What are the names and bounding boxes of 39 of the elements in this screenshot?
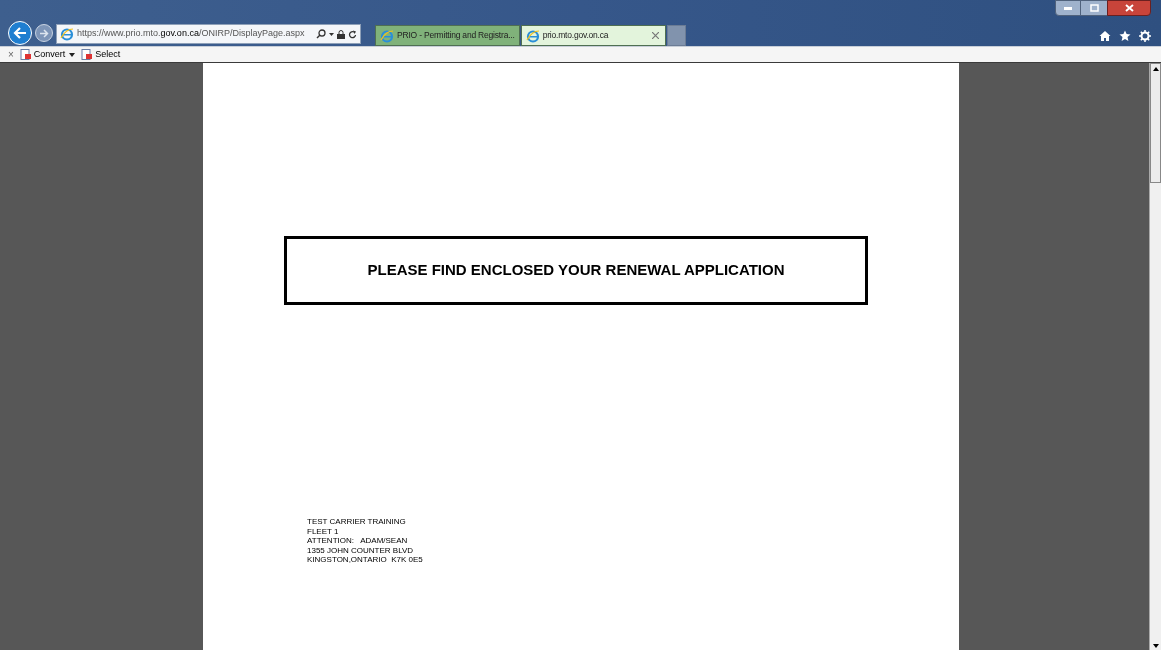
tab-title: PRIO - Permitting and Registra...	[397, 29, 515, 42]
search-icon	[316, 29, 326, 39]
minimize-button[interactable]	[1055, 0, 1081, 16]
browser-icon	[525, 28, 540, 43]
close-icon	[1124, 4, 1134, 12]
address-line: ATTENTION: ADAM/SEAN	[307, 536, 409, 546]
lock-icon	[337, 29, 345, 39]
caret-icon[interactable]	[69, 52, 76, 57]
address-line: FLEET 1	[307, 526, 340, 536]
browser-tab[interactable]: prio.mto.gov.on.ca	[520, 25, 666, 46]
tab-title: prio.mto.gov.on.ca	[542, 29, 609, 42]
back-button[interactable]	[8, 21, 32, 45]
forward-arrow-icon	[39, 28, 49, 38]
scroll-up-icon[interactable]	[1152, 67, 1159, 71]
browser-icon	[60, 27, 74, 41]
restore-icon	[1089, 4, 1099, 12]
url-text: https://www.prio.mto.gov.on.ca/ONIRP/DisplayPage.aspx	[77, 27, 305, 41]
close-toolbar-button[interactable]: ×	[8, 49, 14, 60]
close-icon[interactable]	[651, 32, 659, 39]
close-button[interactable]	[1107, 0, 1151, 16]
address-bar[interactable]: https://www.prio.mto.gov.on.ca/ONIRP/DisplayPage.aspx	[56, 24, 361, 44]
browser-tab[interactable]: PRIO - Permitting and Registra...	[375, 25, 520, 46]
address-line: KINGSTON,ONTARIO K7K 0E5	[307, 555, 424, 565]
forward-button[interactable]	[35, 24, 53, 42]
settings-icon[interactable]	[1139, 30, 1151, 42]
browser-icon	[380, 28, 394, 43]
home-icon[interactable]	[1099, 30, 1111, 42]
toolbar-button[interactable]: Select	[81, 47, 121, 62]
page-heading: PLEASE FIND ENCLOSED YOUR RENEWAL APPLICATION	[367, 260, 785, 281]
address-line: 1355 JOHN COUNTER BLVD	[307, 545, 415, 555]
caret-icon	[329, 32, 334, 36]
refresh-icon	[348, 29, 357, 39]
address-line: TEST CARRIER TRAINING	[307, 517, 407, 527]
scroll-down-icon[interactable]	[1152, 644, 1159, 648]
toolbar-button[interactable]: Convert	[19, 47, 66, 62]
back-arrow-icon	[13, 27, 27, 39]
minimize-icon	[1064, 6, 1072, 10]
star-icon[interactable]	[1119, 30, 1131, 42]
restore-button[interactable]	[1081, 0, 1107, 16]
